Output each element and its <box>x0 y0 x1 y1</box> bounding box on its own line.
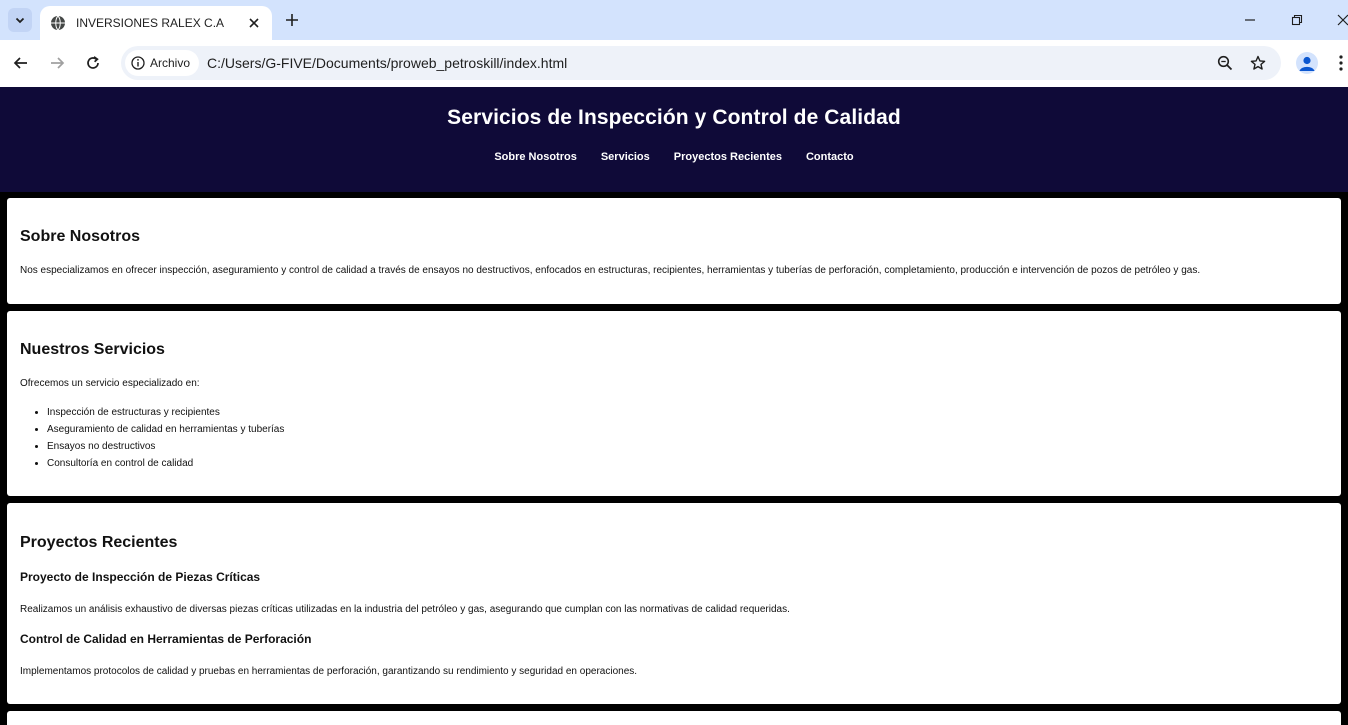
service-item: Ensayos no destructivos <box>47 439 284 456</box>
restore-icon <box>1291 14 1303 26</box>
about-heading: Sobre Nosotros <box>20 228 141 245</box>
services-heading: Nuestros Servicios <box>20 341 165 358</box>
forward-button[interactable] <box>44 50 70 76</box>
site-chip-label: Archivo <box>150 56 191 70</box>
zoom-icon[interactable] <box>1216 54 1234 72</box>
project-title: Control de Calidad en Herramientas de Pe… <box>20 632 312 646</box>
close-icon <box>1337 14 1348 26</box>
about-section: Sobre Nosotros Nos especializamos en ofr… <box>7 198 1341 304</box>
close-tab-icon[interactable] <box>246 15 262 31</box>
bookmark-star-icon[interactable] <box>1249 54 1267 72</box>
arrow-right-icon <box>51 57 65 69</box>
nav-link-servicios[interactable]: Servicios <box>601 151 650 163</box>
page-viewport: Servicios de Inspección y Control de Cal… <box>0 87 1348 725</box>
nav-link-contacto[interactable]: Contacto <box>806 151 854 163</box>
person-icon <box>1299 56 1315 71</box>
close-window-button[interactable] <box>1333 10 1348 30</box>
profile-avatar[interactable] <box>1296 52 1318 74</box>
browser-tab[interactable]: INVERSIONES RALEX C.A <box>40 6 272 40</box>
project-text: Realizamos un análisis exhaustivo de div… <box>20 604 790 615</box>
about-text: Nos especializamos en ofrecer inspección… <box>20 265 1201 276</box>
restore-button[interactable] <box>1287 10 1307 30</box>
arrow-left-icon <box>13 57 27 69</box>
services-intro: Ofrecemos un servicio especializado en: <box>20 378 200 389</box>
browser-menu-button[interactable] <box>1334 52 1348 74</box>
services-list: Inspección de estructuras y recipientes … <box>47 405 284 473</box>
new-tab-button[interactable] <box>282 10 302 30</box>
back-button[interactable] <box>8 50 34 76</box>
services-section: Nuestros Servicios Ofrecemos un servicio… <box>7 311 1341 496</box>
kebab-menu-icon <box>1339 55 1343 71</box>
nav-link-proyectos-recientes[interactable]: Proyectos Recientes <box>674 151 782 163</box>
project-title: Proyecto de Inspección de Piezas Crítica… <box>20 570 261 584</box>
site-info-chip[interactable]: Archivo <box>125 50 200 76</box>
service-item: Aseguramiento de calidad en herramientas… <box>47 422 284 439</box>
site-title: Servicios de Inspección y Control de Cal… <box>447 106 901 129</box>
plus-icon <box>286 14 298 26</box>
projects-section: Proyectos Recientes Proyecto de Inspecci… <box>7 503 1341 704</box>
browser-toolbar: Archivo C:/Users/G-FIVE/Documents/proweb… <box>0 40 1348 87</box>
minimize-button[interactable] <box>1240 10 1260 30</box>
chevron-down-icon <box>15 17 25 24</box>
service-item: Consultoría en control de calidad <box>47 456 284 473</box>
info-icon <box>131 56 145 70</box>
reload-icon <box>87 56 99 69</box>
minimize-icon <box>1245 19 1255 21</box>
contact-section <box>7 711 1341 725</box>
reload-button[interactable] <box>80 50 106 76</box>
tab-strip: INVERSIONES RALEX C.A <box>0 0 1348 40</box>
tab-title: INVERSIONES RALEX C.A <box>76 16 225 30</box>
globe-icon <box>50 15 66 31</box>
project-text: Implementamos protocolos de calidad y pr… <box>20 666 638 677</box>
service-item: Inspección de estructuras y recipientes <box>47 405 284 422</box>
tab-search-button[interactable] <box>8 8 32 32</box>
nav-link-sobre-nosotros[interactable]: Sobre Nosotros <box>494 151 577 163</box>
projects-heading: Proyectos Recientes <box>20 534 178 551</box>
site-header: Servicios de Inspección y Control de Cal… <box>0 87 1348 192</box>
url-text[interactable]: C:/Users/G-FIVE/Documents/proweb_petrosk… <box>207 55 567 71</box>
address-bar[interactable]: Archivo C:/Users/G-FIVE/Documents/proweb… <box>121 46 1281 80</box>
site-nav: Sobre Nosotros Servicios Proyectos Recie… <box>0 151 1348 163</box>
